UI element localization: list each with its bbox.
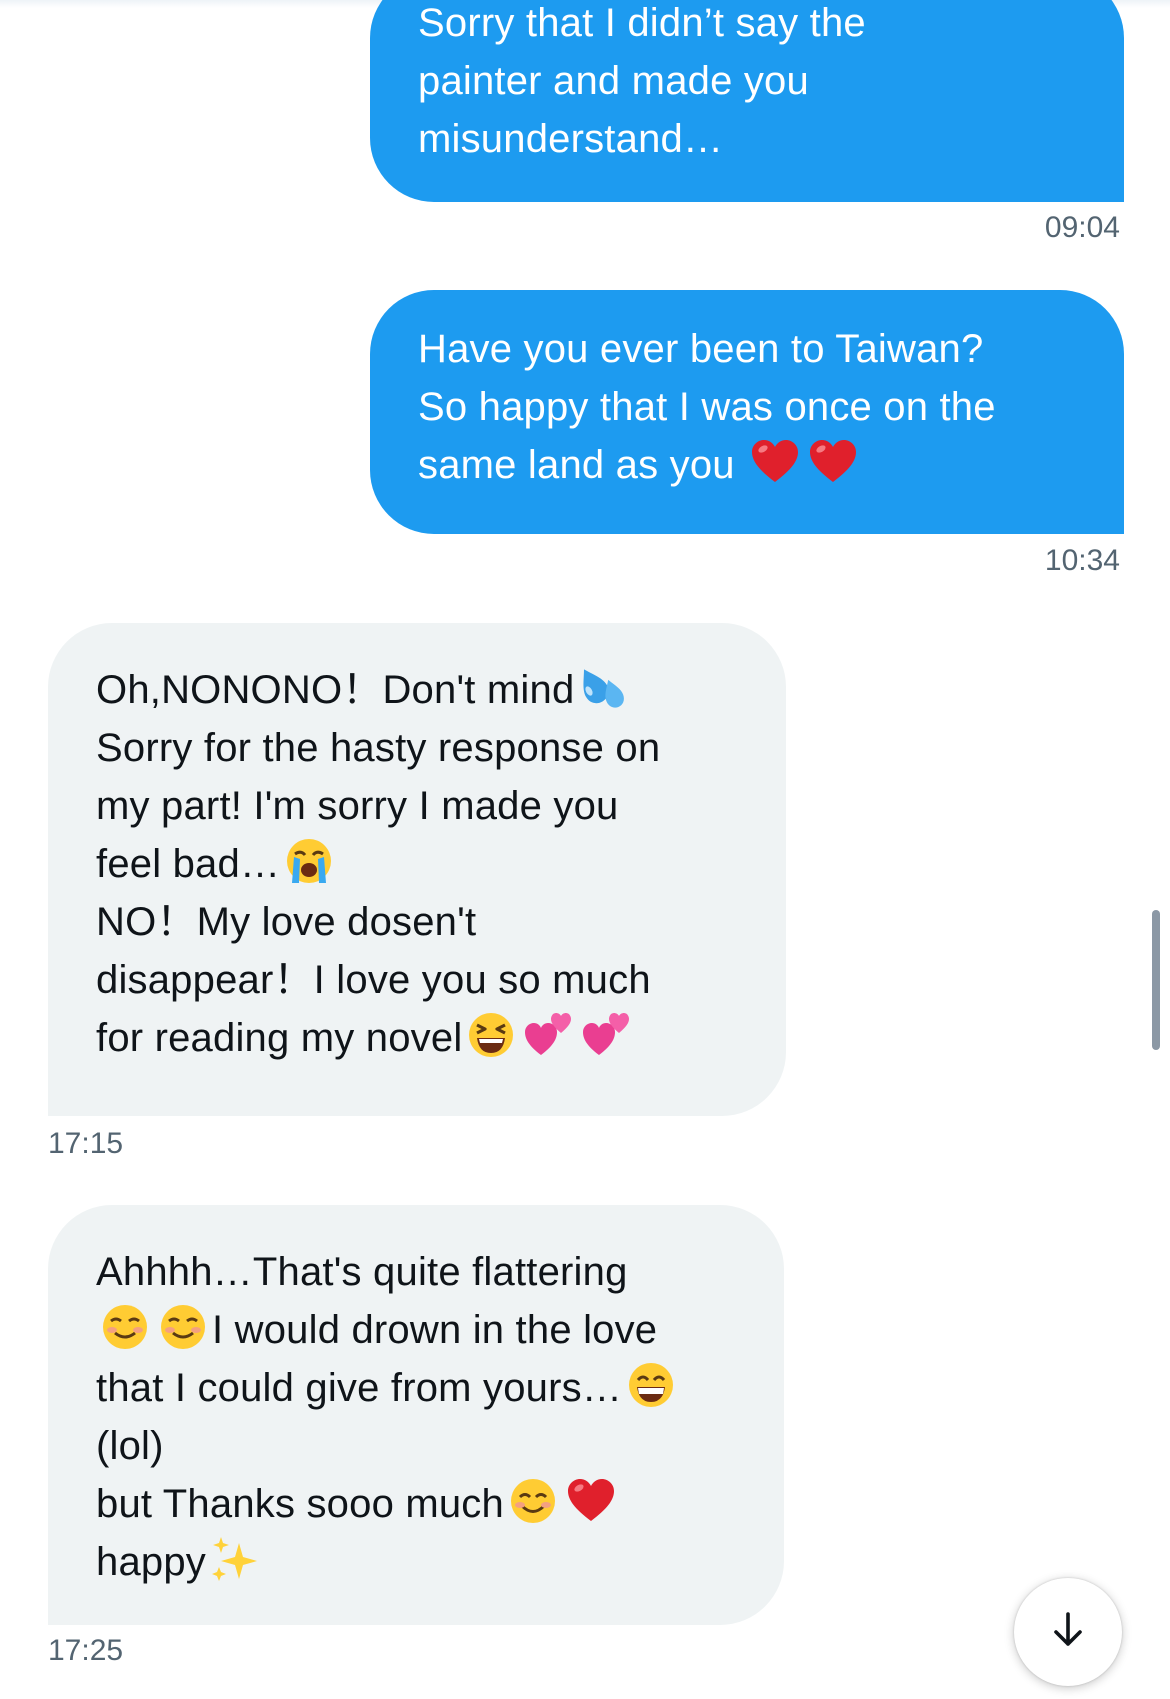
grinning-squinting-face-icon — [465, 1009, 517, 1061]
message-line: feel bad… — [96, 835, 746, 893]
message-bubble-sent[interactable]: Sorry that I didn’t say the painter and … — [370, 0, 1124, 202]
beaming-face-icon — [625, 1359, 677, 1411]
message-text: Oh,NONONO！Don't mind — [96, 668, 575, 712]
smiling-face-with-smiling-eyes-icon — [507, 1475, 559, 1527]
arrow-down-icon — [1047, 1609, 1089, 1656]
message-line: Oh,NONONO！Don't mind — [96, 661, 746, 719]
message-text: Sorry that I didn’t say the — [418, 1, 866, 45]
message-text: my part! I'm sorry I made you — [96, 784, 619, 828]
message-text: (lol) — [96, 1424, 164, 1468]
message-text: that I could give from yours… — [96, 1366, 623, 1410]
message-line: for reading my novel — [96, 1009, 746, 1067]
message-text: Sorry for the hasty response on — [96, 726, 661, 770]
red-heart-icon — [807, 436, 859, 488]
message-bubble-sent[interactable]: Have you ever been to Taiwan? So happy t… — [370, 290, 1124, 534]
message-bubble-received[interactable]: Ahhhh…That's quite flattering I would dr… — [48, 1205, 784, 1625]
sweat-droplets-icon — [577, 661, 629, 713]
message-timestamp: 17:15 — [48, 1127, 124, 1160]
message-text: NO！My love dosen't — [96, 900, 477, 944]
sparkles-icon — [209, 1533, 261, 1585]
message-line: same land as you — [418, 436, 1084, 494]
red-heart-icon — [565, 1475, 617, 1527]
message-line: but Thanks sooo much — [96, 1475, 744, 1533]
message-text: for reading my novel — [96, 1016, 463, 1060]
scrollbar-thumb[interactable] — [1152, 910, 1160, 1050]
message-text: Ahhhh…That's quite flattering — [96, 1250, 628, 1294]
message-bubble-received[interactable]: Oh,NONONO！Don't mind Sorry for the hasty… — [48, 623, 786, 1116]
message-text: misunderstand… — [418, 117, 724, 161]
message-line: happy — [96, 1533, 744, 1591]
message-text: Have you ever been to Taiwan? — [418, 327, 984, 371]
message-text: happy — [96, 1540, 206, 1584]
message-text: I would drown in the love — [212, 1308, 658, 1352]
message-text: painter and made you — [418, 59, 809, 103]
message-line: that I could give from yours… — [96, 1359, 744, 1417]
loudly-crying-face-icon — [283, 835, 335, 887]
message-line: I would drown in the love — [96, 1301, 744, 1359]
message-timestamp: 17:25 — [48, 1634, 124, 1667]
message-timestamp: 10:34 — [1044, 544, 1120, 577]
smiling-face-icon — [157, 1301, 209, 1353]
message-text: but Thanks sooo much — [96, 1482, 504, 1526]
message-text: So happy that I was once on the — [418, 385, 996, 429]
two-hearts-icon — [581, 1009, 633, 1061]
smiling-face-icon — [99, 1301, 151, 1353]
message-text: same land as you — [418, 443, 735, 487]
two-hearts-icon — [523, 1009, 575, 1061]
red-heart-icon — [749, 436, 801, 488]
message-text: feel bad… — [96, 842, 281, 886]
scroll-to-bottom-button[interactable] — [1014, 1578, 1122, 1686]
message-timestamp: 09:04 — [1044, 211, 1120, 244]
message-text: disappear！I love you so much — [96, 958, 651, 1002]
